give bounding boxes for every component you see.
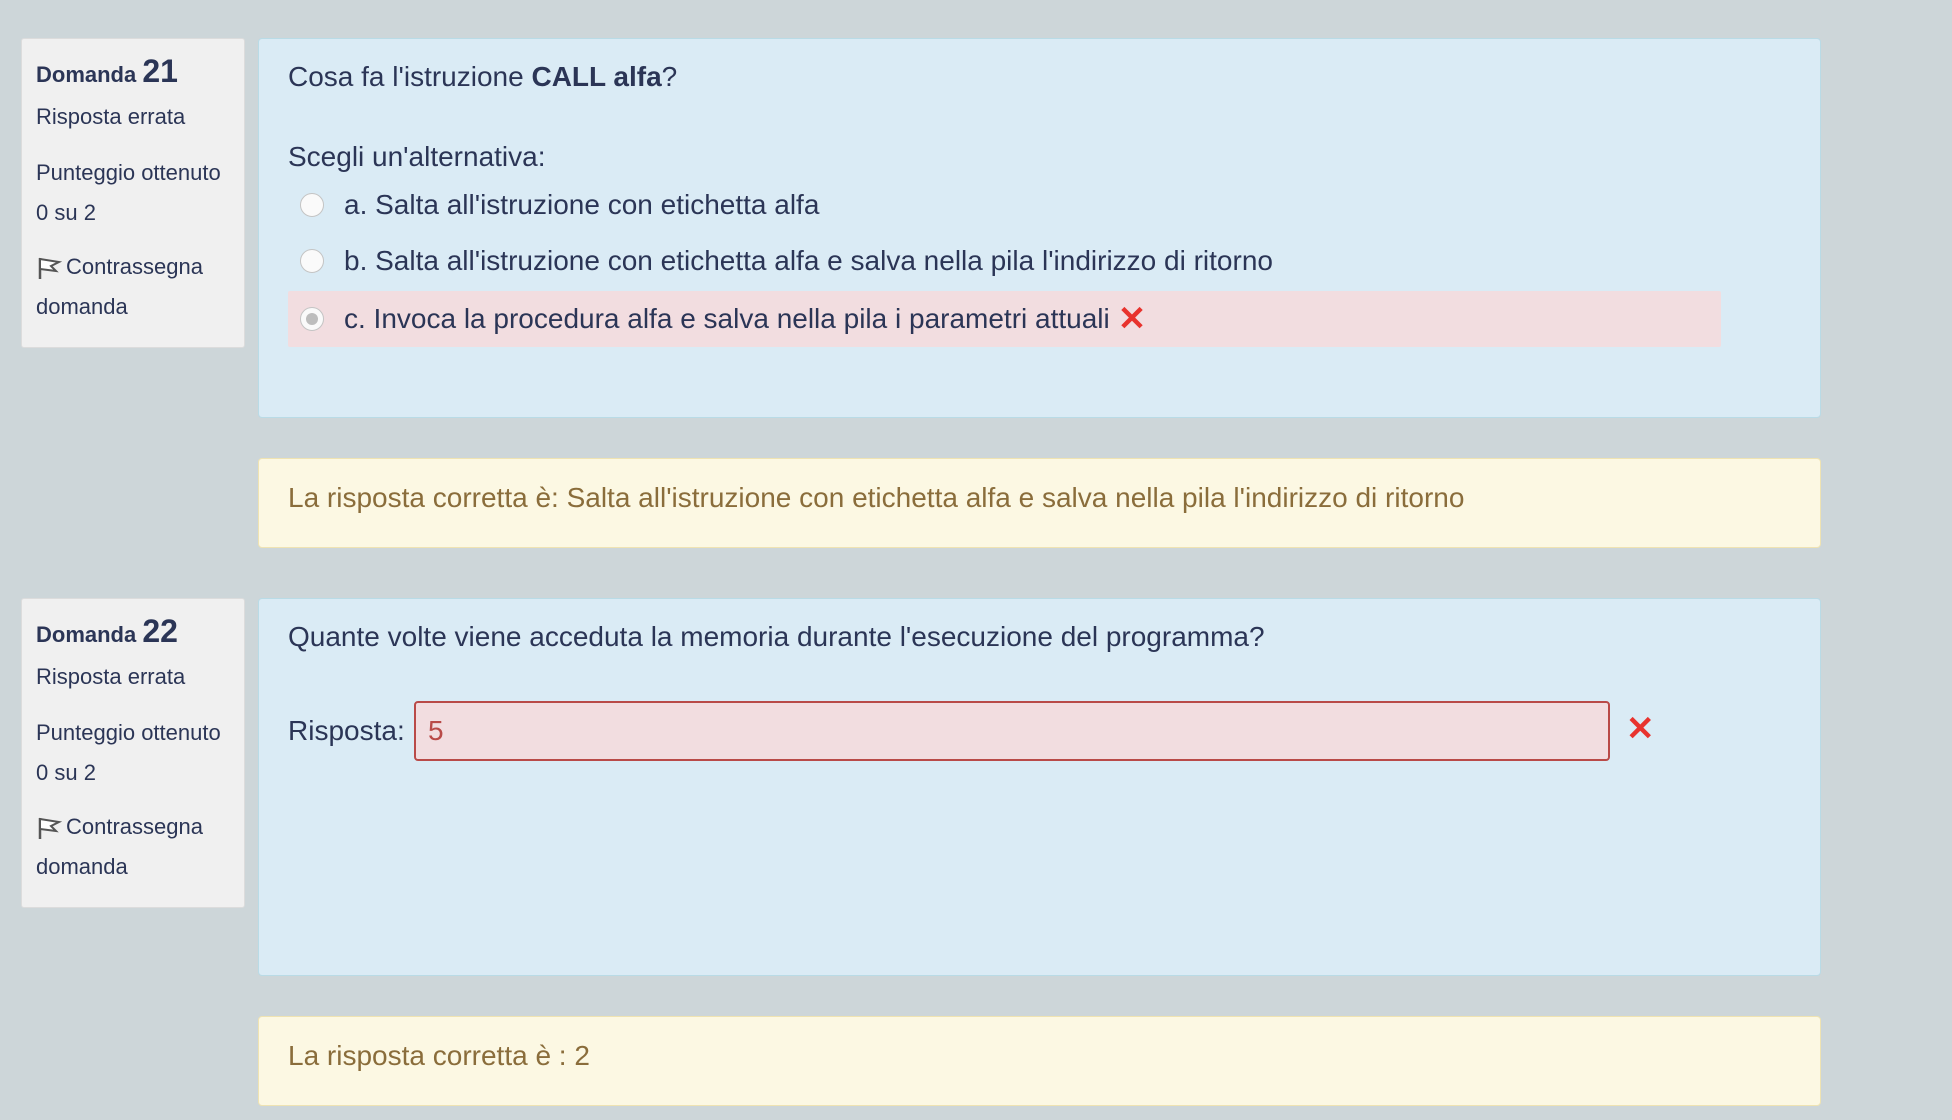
question-text: Cosa fa l'istruzione CALL alfa? — [288, 61, 678, 92]
answer-option-label: a. Salta all'istruzione con etichetta al… — [344, 189, 820, 220]
correct-answer-feedback-21: La risposta corretta è: Salta all'istruz… — [258, 458, 1821, 548]
cross-mark-icon: ✕ — [1117, 300, 1147, 338]
question-text-code: CALL alfa — [531, 61, 662, 92]
answer-row: Risposta: 5 ✕ — [288, 701, 1791, 761]
radio-button-selected[interactable] — [300, 307, 324, 331]
question-label: Domanda — [36, 62, 137, 87]
radio-button[interactable] — [300, 249, 324, 273]
score-label: Punteggio ottenuto — [36, 720, 221, 745]
question-number-value: 22 — [142, 613, 178, 649]
question-label: Domanda — [36, 622, 137, 647]
answer-option-label: b. Salta all'istruzione con etichetta al… — [344, 245, 1273, 276]
question-status: Risposta errata — [36, 104, 186, 129]
flag-label: Contrassegna — [66, 254, 203, 279]
flag-label-cont: domanda — [36, 294, 128, 319]
radio-button[interactable] — [300, 193, 324, 217]
score-value: 0 su 2 — [36, 200, 96, 225]
correct-answer-feedback-22: La risposta corretta è : 2 — [258, 1016, 1821, 1106]
question-text: Quante volte viene acceduta la memoria d… — [288, 621, 1265, 652]
question-info-22: Domanda 22 Risposta errata Punteggio ott… — [21, 598, 245, 908]
flag-question-button[interactable]: Contrassegna — [36, 247, 230, 287]
question-number: Domanda 22 — [36, 611, 230, 655]
score-value: 0 su 2 — [36, 760, 96, 785]
question-info-21: Domanda 21 Risposta errata Punteggio ott… — [21, 38, 245, 348]
question-formulation-21: Cosa fa l'istruzione CALL alfa? Scegli u… — [258, 38, 1821, 418]
answer-option-a[interactable]: a. Salta all'istruzione con etichetta al… — [288, 177, 1721, 233]
question-status: Risposta errata — [36, 664, 186, 689]
cross-mark-icon: ✕ — [1626, 710, 1655, 748]
question-formulation-22: Quante volte viene acceduta la memoria d… — [258, 598, 1821, 976]
answer-option-label: c. Invoca la procedura alfa e salva nell… — [344, 303, 1110, 334]
score-label: Punteggio ottenuto — [36, 160, 221, 185]
flag-icon — [38, 257, 62, 279]
flag-icon — [38, 817, 62, 839]
flag-label: Contrassegna — [66, 814, 203, 839]
answer-option-c[interactable]: c. Invoca la procedura alfa e salva nell… — [288, 291, 1721, 347]
answer-input[interactable]: 5 — [414, 701, 1610, 761]
answer-label: Risposta: — [288, 715, 405, 746]
question-number-value: 21 — [142, 53, 178, 89]
flag-question-button[interactable]: Contrassegna — [36, 807, 230, 847]
answer-prompt: Scegli un'alternativa: — [288, 141, 546, 172]
question-number: Domanda 21 — [36, 51, 230, 95]
flag-label-cont: domanda — [36, 854, 128, 879]
answer-option-b[interactable]: b. Salta all'istruzione con etichetta al… — [288, 233, 1721, 289]
